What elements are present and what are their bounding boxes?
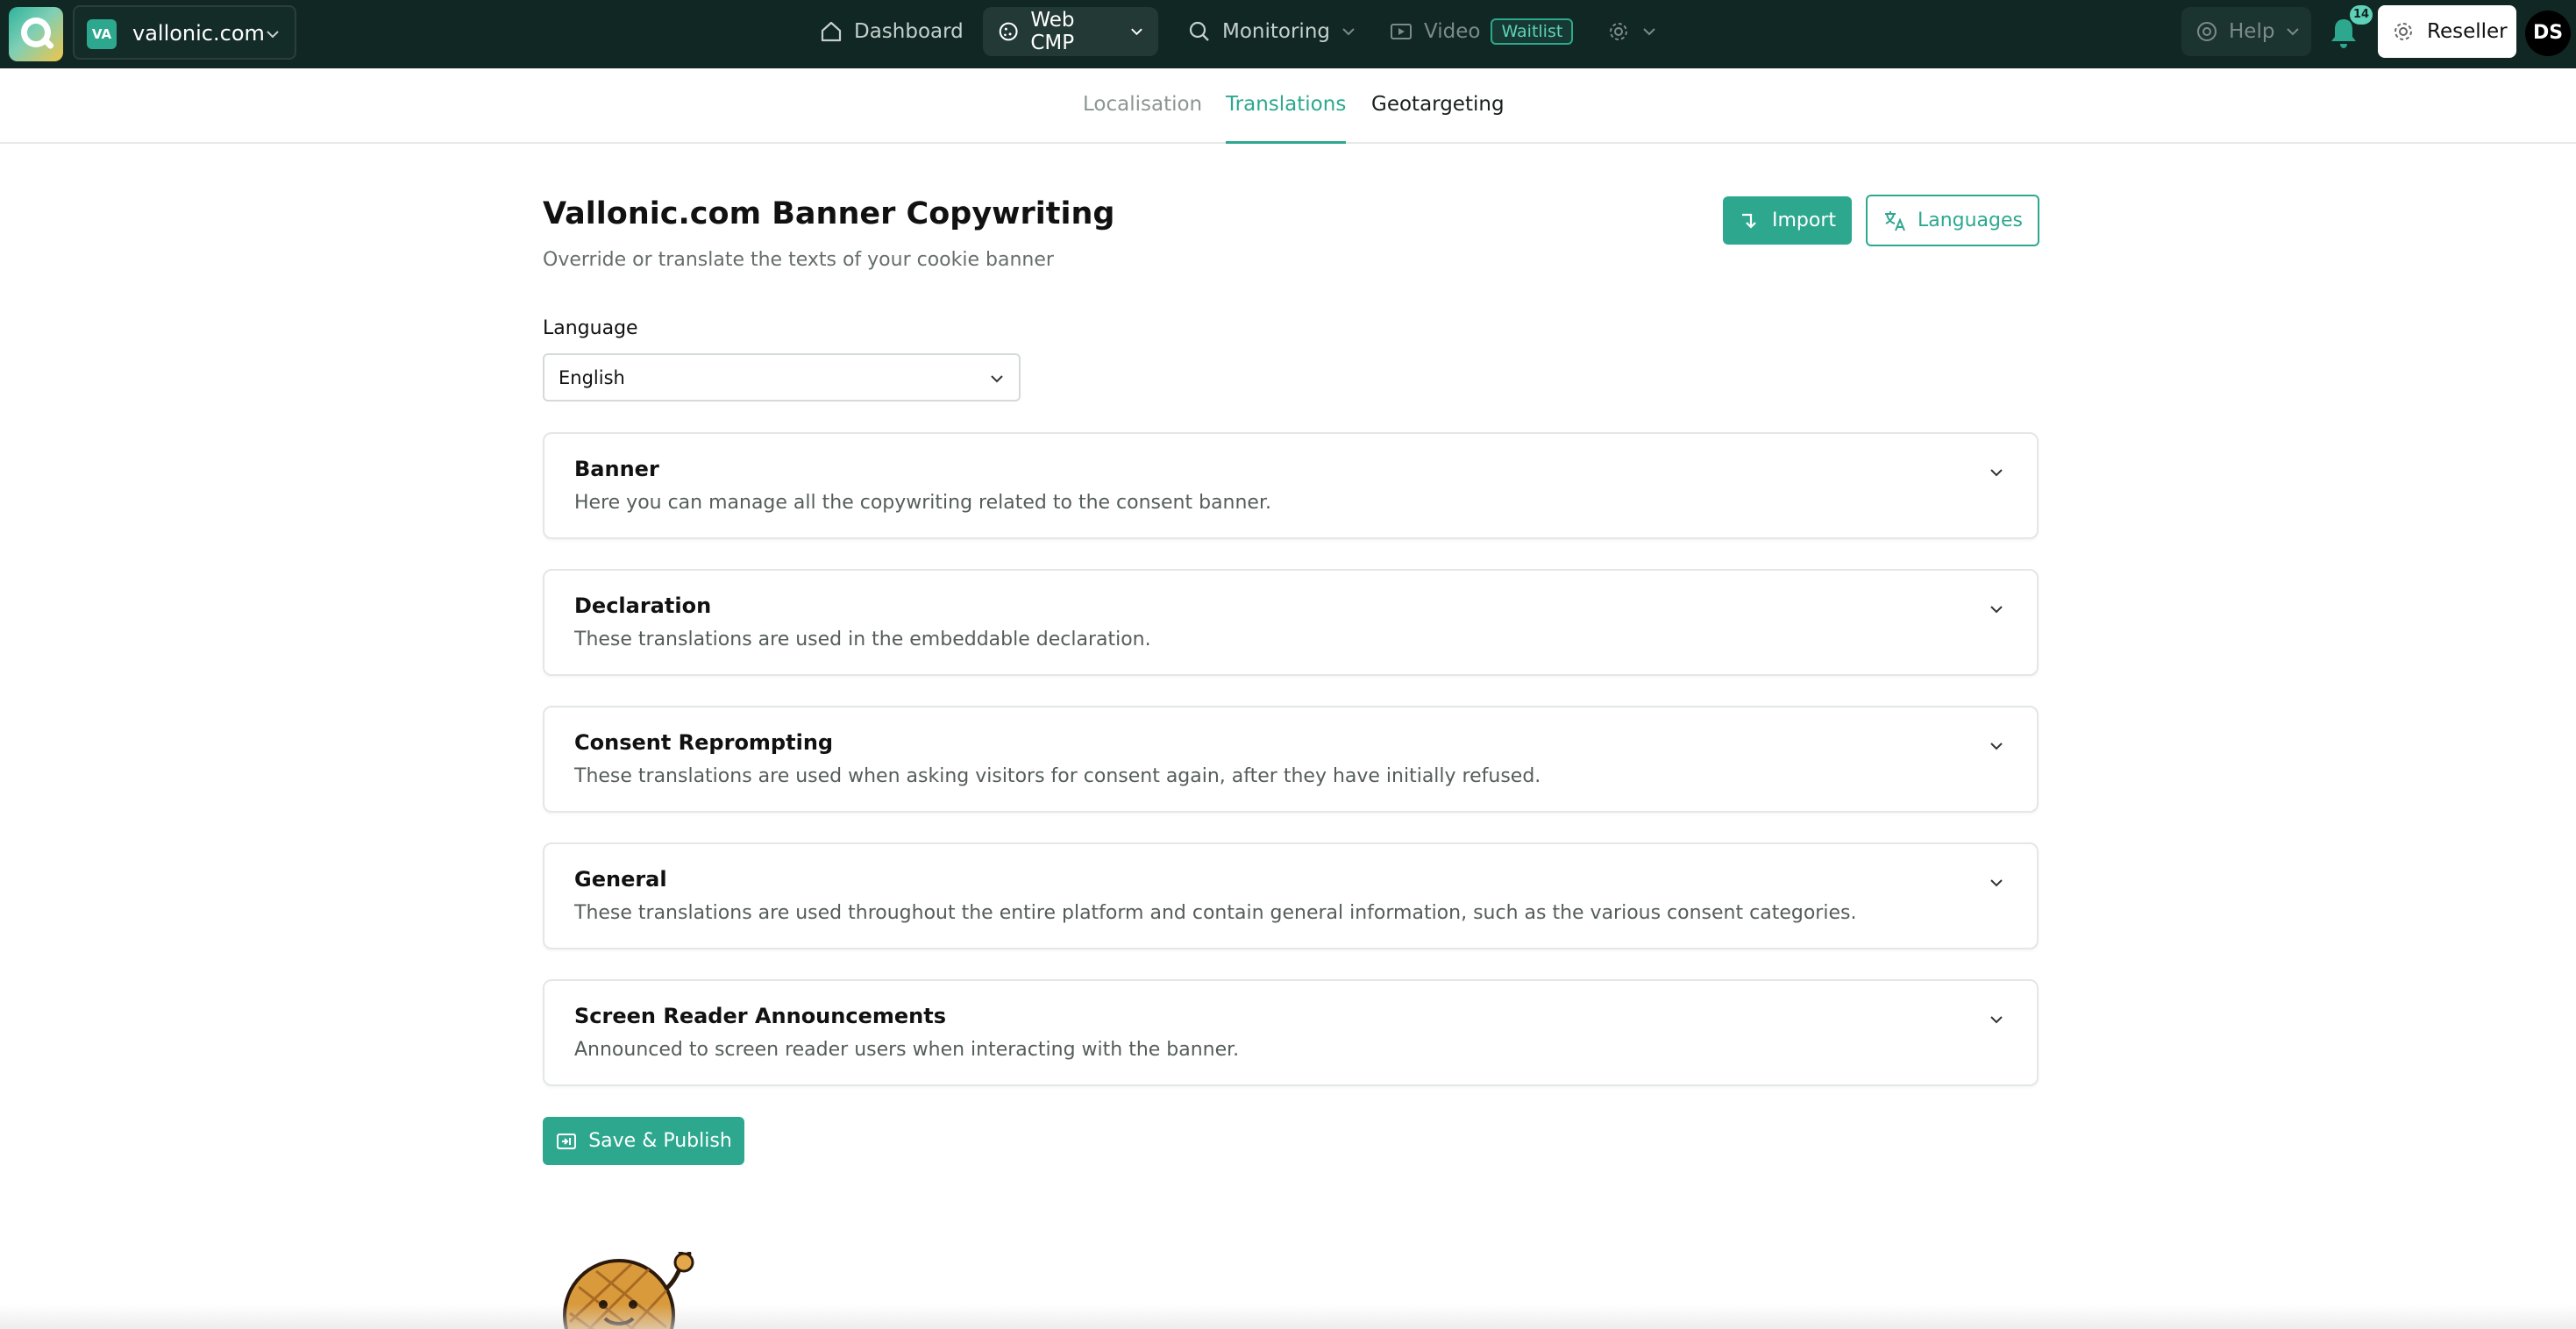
help-menu[interactable]: Help	[2181, 7, 2311, 56]
chevron-down-icon[interactable]	[1988, 737, 2005, 755]
import-button[interactable]: Import	[1723, 196, 1852, 245]
chevron-down-icon	[2287, 28, 2300, 36]
chevron-down-icon[interactable]	[1988, 464, 2005, 481]
nav-web-cmp-label: Web CMP	[1030, 9, 1075, 54]
gear-icon	[1610, 23, 1627, 40]
page-title: Vallonic.com Banner Copywriting	[543, 196, 1115, 231]
nav-video-label: Video	[1424, 20, 1481, 43]
section-title: Banner	[574, 457, 659, 481]
nav-monitoring[interactable]: Monitoring	[1173, 7, 1370, 56]
language-value: English	[559, 367, 625, 388]
save-publish-label: Save & Publish	[588, 1130, 732, 1152]
nav-monitoring-label: Monitoring	[1222, 20, 1330, 43]
video-icon	[1391, 24, 1412, 39]
gear-icon	[2395, 23, 2412, 40]
section-description: Announced to screen reader users when in…	[574, 1039, 1240, 1061]
reseller-button[interactable]: Reseller	[2378, 5, 2516, 58]
sub-tab-bar: Localisation Translations Geotargeting	[0, 68, 2576, 144]
section-title: Declaration	[574, 593, 712, 618]
chevron-down-icon	[1643, 28, 1655, 36]
section-description: Here you can manage all the copywriting …	[574, 492, 1271, 514]
chevron-down-icon	[991, 375, 1003, 383]
logo-tail-shape	[41, 37, 55, 50]
chevron-down-icon	[267, 31, 279, 39]
waitlist-badge: Waitlist	[1491, 18, 1574, 45]
notification-count-badge: 14	[2350, 5, 2373, 25]
translate-icon	[1884, 210, 1905, 231]
section-description: These translations are used throughout t…	[574, 902, 1857, 924]
section-title: General	[574, 867, 667, 892]
site-selector[interactable]: VA vallonic.com	[73, 5, 296, 60]
section-declaration[interactable]: Declaration These translations are used …	[543, 569, 2039, 676]
section-title: Screen Reader Announcements	[574, 1004, 946, 1028]
chevron-down-icon[interactable]	[1988, 1011, 2005, 1028]
section-general[interactable]: General These translations are used thro…	[543, 842, 2039, 949]
tab-geotargeting[interactable]: Geotargeting	[1371, 68, 1505, 144]
site-name: vallonic.com	[132, 21, 265, 46]
language-select[interactable]: English	[543, 353, 1021, 402]
language-label: Language	[543, 317, 638, 339]
lifebuoy-icon	[2197, 22, 2217, 41]
cookie-icon	[999, 22, 1018, 41]
app-logo[interactable]	[9, 7, 63, 61]
languages-button[interactable]: Languages	[1866, 195, 2039, 246]
section-consent-reprompting[interactable]: Consent Reprompting These translations a…	[543, 706, 2039, 813]
tab-translations[interactable]: Translations	[1226, 68, 1347, 144]
chevron-down-icon[interactable]	[1988, 601, 2005, 618]
languages-label: Languages	[1917, 210, 2024, 231]
user-avatar[interactable]: DS	[2525, 11, 2571, 56]
bottom-fade	[0, 1304, 2576, 1329]
settings-menu[interactable]	[1592, 7, 1671, 56]
save-icon	[557, 1133, 577, 1149]
tab-localisation[interactable]: Localisation	[1083, 68, 1202, 144]
search-icon	[1189, 21, 1209, 41]
nav-video[interactable]: Video Waitlist	[1375, 7, 1587, 56]
section-banner[interactable]: Banner Here you can manage all the copyw…	[543, 432, 2039, 539]
section-description: These translations are used in the embed…	[574, 629, 1151, 650]
section-title: Consent Reprompting	[574, 730, 834, 755]
import-label: Import	[1771, 210, 1836, 231]
nav-dashboard-label: Dashboard	[854, 20, 964, 43]
reseller-label: Reseller	[2427, 20, 2508, 43]
section-screen-reader-announcements[interactable]: Screen Reader Announcements Announced to…	[543, 979, 2039, 1086]
nav-dashboard[interactable]: Dashboard	[805, 7, 978, 56]
page-subtitle: Override or translate the texts of your …	[543, 249, 1054, 271]
nav-web-cmp[interactable]: Web CMP	[983, 7, 1158, 56]
chevron-down-icon	[1131, 28, 1142, 36]
section-description: These translations are used when asking …	[574, 765, 1541, 787]
site-badge: VA	[87, 19, 117, 49]
import-icon	[1741, 213, 1756, 229]
save-publish-button[interactable]: Save & Publish	[543, 1117, 744, 1165]
top-navigation-bar: VA vallonic.com Dashboard Web CMP Monito…	[0, 0, 2576, 68]
home-icon	[821, 21, 842, 42]
chevron-down-icon[interactable]	[1988, 874, 2005, 892]
chevron-down-icon	[1342, 28, 1355, 36]
help-label: Help	[2229, 20, 2275, 43]
